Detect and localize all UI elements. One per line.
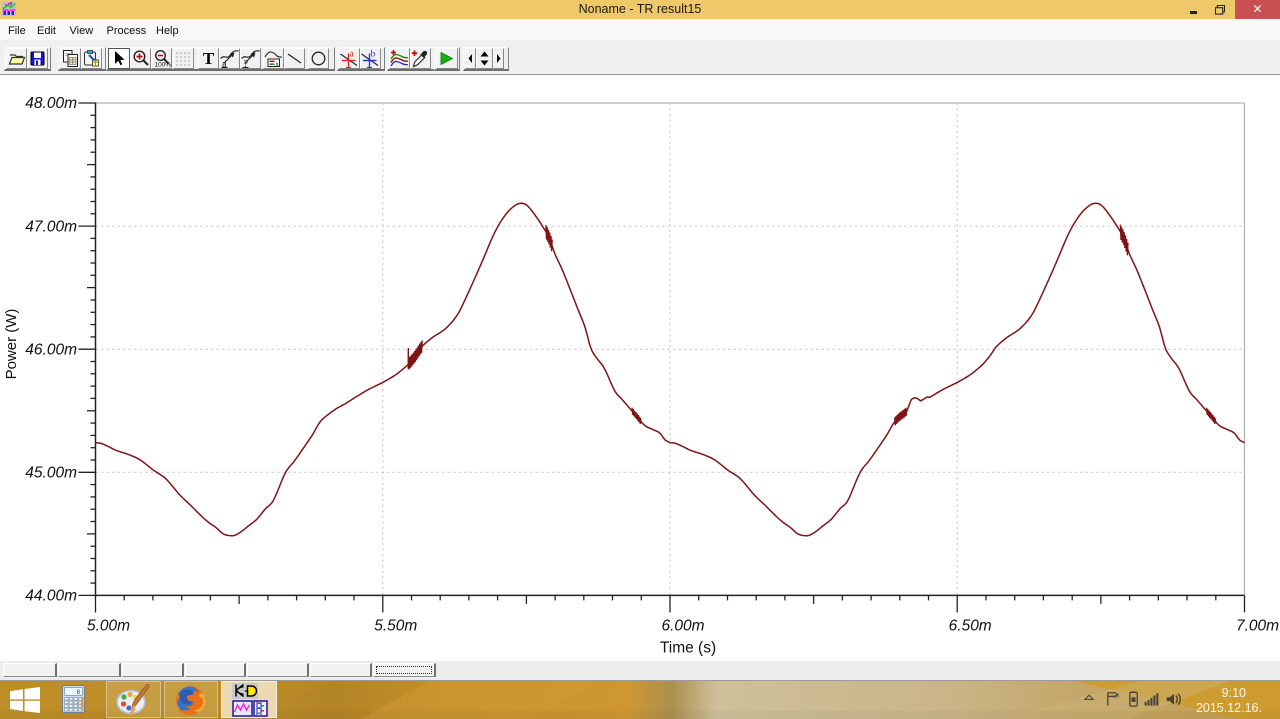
svg-text:6.50m: 6.50m (949, 618, 992, 635)
svg-text:?: ? (244, 59, 249, 68)
svg-text:5.50m: 5.50m (374, 618, 417, 635)
svg-text:a: a (350, 50, 355, 60)
svg-text:45.00m: 45.00m (25, 465, 77, 482)
svg-text:b: b (371, 50, 376, 60)
svg-text:48.00m: 48.00m (25, 95, 77, 112)
svg-text:44.00m: 44.00m (25, 588, 77, 605)
svg-text:6.00m: 6.00m (661, 618, 704, 635)
svg-text:7.00m: 7.00m (1236, 618, 1279, 635)
svg-text:Time (s): Time (s) (660, 640, 716, 657)
svg-text:47.00m: 47.00m (25, 218, 77, 235)
svg-text:a: a (222, 59, 227, 68)
svg-text:100%: 100% (155, 62, 172, 69)
svg-text:Power (W): Power (W) (3, 309, 20, 380)
svg-text:T: T (203, 49, 215, 68)
svg-text:5.00m: 5.00m (87, 618, 130, 635)
svg-text:x: x (276, 62, 279, 68)
svg-text:46.00m: 46.00m (25, 341, 77, 358)
